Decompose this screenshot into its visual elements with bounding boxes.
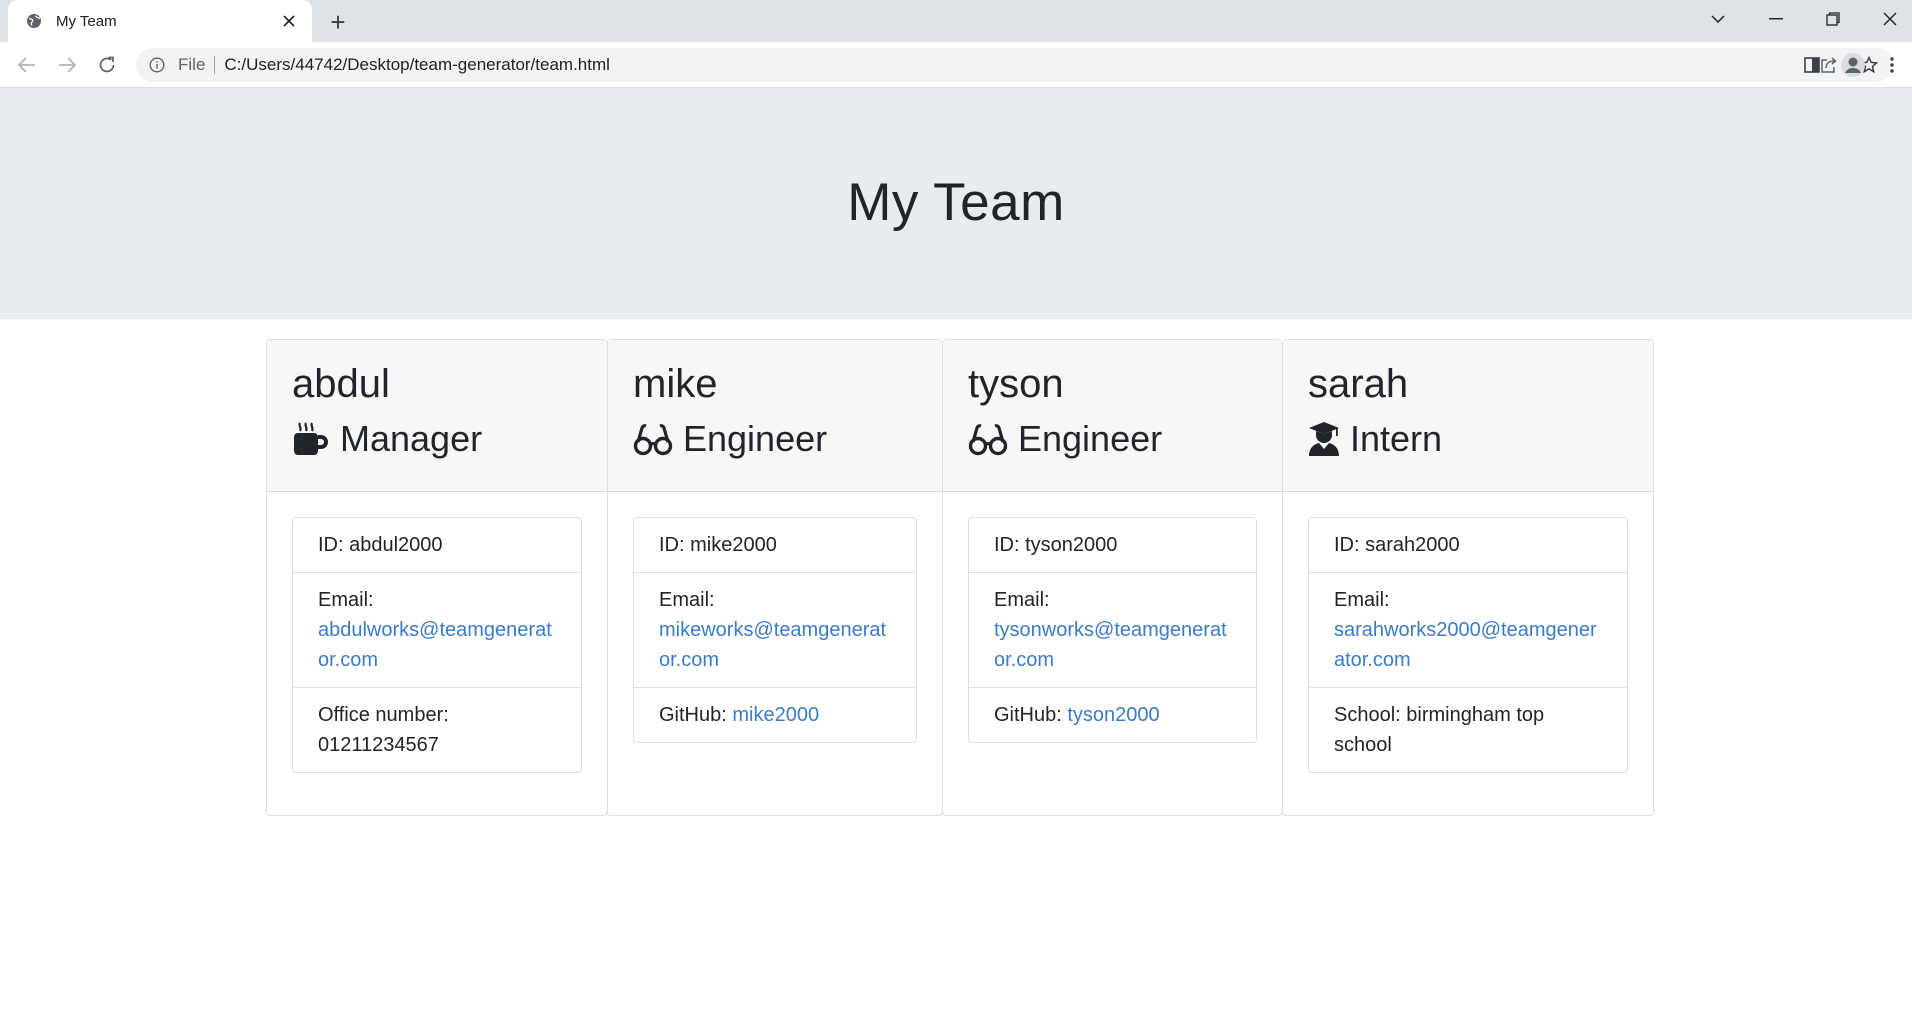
email-item: Email: abdulworks@teamgenerator.com (293, 572, 581, 687)
tab-search-icon[interactable] (1690, 0, 1746, 38)
employee-card: abdul Manager ID: abdul2000 Email: abdul… (266, 339, 608, 816)
page-title: My Team (847, 172, 1065, 232)
email-label: Email: (318, 589, 374, 611)
office-number-value: 01211234567 (318, 734, 439, 756)
employee-card: tyson Engineer ID: tyson2000 Email: tyso… (942, 339, 1283, 816)
employee-name: mike (633, 362, 718, 406)
employee-role: Engineer (633, 417, 917, 460)
tab-strip: My Team + (0, 0, 1912, 42)
globe-icon (25, 12, 43, 30)
kebab-menu-icon[interactable] (1876, 49, 1908, 81)
employee-role: Intern (1308, 417, 1628, 460)
id-text: ID: tyson2000 (994, 534, 1118, 556)
id-item: ID: tyson2000 (969, 518, 1256, 572)
email-link[interactable]: abdulworks@teamgenerator.com (318, 619, 552, 671)
address-bar[interactable]: File C:/Users/44742/Desktop/team-generat… (136, 48, 1893, 82)
github-item: GitHub: mike2000 (634, 687, 916, 742)
minimize-icon[interactable] (1748, 0, 1804, 38)
side-panel-icon[interactable] (1796, 49, 1828, 81)
github-item: GitHub: tyson2000 (969, 687, 1256, 742)
profile-avatar-icon[interactable] (1837, 49, 1869, 81)
email-link[interactable]: sarahworks2000@teamgenerator.com (1334, 619, 1597, 671)
close-window-icon[interactable] (1862, 0, 1912, 38)
glasses-icon (633, 422, 673, 456)
card-header: abdul Manager (267, 340, 607, 492)
id-item: ID: mike2000 (634, 518, 916, 572)
header-banner: My Team (0, 88, 1912, 319)
email-item: Email: mikeworks@teamgenerator.com (634, 572, 916, 687)
email-item: Email: tysonworks@teamgenerator.com (969, 572, 1256, 687)
email-label: Email: (659, 589, 715, 611)
card-body: ID: sarah2000 Email: sarahworks2000@team… (1283, 492, 1653, 798)
school-label: School: (1334, 704, 1401, 726)
close-tab-icon[interactable] (278, 10, 300, 32)
github-label: GitHub: (994, 704, 1062, 726)
id-text: ID: abdul2000 (318, 534, 443, 556)
url-text[interactable]: C:/Users/44742/Desktop/team-generator/te… (224, 55, 1813, 75)
new-tab-button[interactable]: + (324, 8, 352, 36)
email-label: Email: (994, 589, 1050, 611)
glasses-icon (968, 422, 1008, 456)
github-link[interactable]: tyson2000 (1067, 704, 1159, 726)
email-label: Email: (1334, 589, 1390, 611)
office-number-item: Office number: 01211234567 (293, 687, 581, 772)
email-link[interactable]: mikeworks@teamgenerator.com (659, 619, 886, 671)
role-label: Intern (1350, 418, 1443, 459)
details-list: ID: mike2000 Email: mikeworks@teamgenera… (633, 517, 917, 743)
info-icon[interactable] (148, 56, 166, 74)
card-body: ID: mike2000 Email: mikeworks@teamgenera… (608, 492, 942, 768)
email-item: Email: sarahworks2000@teamgenerator.com (1309, 572, 1627, 687)
graduate-icon (1308, 421, 1340, 457)
employee-role: Engineer (968, 417, 1257, 460)
id-text: ID: sarah2000 (1334, 534, 1460, 556)
employee-name: sarah (1308, 362, 1409, 406)
browser-tab[interactable]: My Team (8, 0, 312, 42)
details-list: ID: abdul2000 Email: abdulworks@teamgene… (292, 517, 582, 773)
school-item: School: birmingham top school (1309, 687, 1627, 772)
role-label: Engineer (1018, 418, 1163, 459)
employee-card: mike Engineer ID: mike2000 Email: mikewo… (607, 339, 943, 816)
id-item: ID: sarah2000 (1309, 518, 1627, 572)
id-item: ID: abdul2000 (293, 518, 581, 572)
email-link[interactable]: tysonworks@teamgenerator.com (994, 619, 1227, 671)
github-label: GitHub: (659, 704, 727, 726)
details-list: ID: tyson2000 Email: tysonworks@teamgene… (968, 517, 1257, 743)
forward-arrow-icon[interactable] (51, 49, 83, 81)
office-number-label: Office number: (318, 704, 449, 726)
card-body: ID: abdul2000 Email: abdulworks@teamgene… (267, 492, 607, 798)
details-list: ID: sarah2000 Email: sarahworks2000@team… (1308, 517, 1628, 773)
employee-name: tyson (968, 362, 1064, 406)
restore-icon[interactable] (1805, 0, 1861, 38)
employee-role: Manager (292, 417, 582, 460)
card-header: sarah Intern (1283, 340, 1653, 492)
address-divider (214, 56, 216, 74)
back-arrow-icon[interactable] (11, 49, 43, 81)
github-link[interactable]: mike2000 (732, 704, 819, 726)
employee-name: abdul (292, 362, 390, 406)
id-text: ID: mike2000 (659, 534, 777, 556)
browser-toolbar: File C:/Users/44742/Desktop/team-generat… (0, 42, 1912, 88)
card-header: mike Engineer (608, 340, 942, 492)
mug-icon (292, 421, 330, 457)
role-label: Engineer (683, 418, 828, 459)
role-label: Manager (340, 418, 483, 459)
card-body: ID: tyson2000 Email: tysonworks@teamgene… (943, 492, 1282, 768)
address-scheme-label: File (178, 55, 206, 74)
employee-card: sarah Intern ID: sarah2000 Email: sarahw… (1282, 339, 1654, 816)
tab-title: My Team (56, 12, 117, 30)
reload-icon[interactable] (91, 49, 123, 81)
card-header: tyson Engineer (943, 340, 1282, 492)
